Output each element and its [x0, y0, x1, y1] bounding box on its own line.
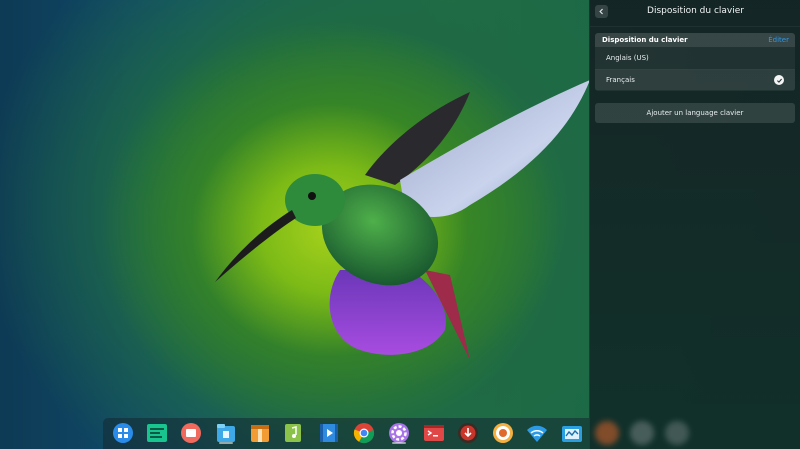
terminal-green-icon [147, 424, 167, 442]
launcher-icon [113, 423, 133, 443]
app-store-icon [458, 423, 478, 443]
wifi-icon [527, 425, 547, 442]
dock-movie[interactable] [318, 422, 340, 444]
dock-file-manager[interactable] [215, 422, 237, 444]
layout-item-french[interactable]: Français [595, 70, 795, 90]
dock-multitask-view[interactable] [180, 422, 202, 444]
dock-deepin-store[interactable] [457, 422, 479, 444]
chrome-icon [353, 423, 375, 444]
checkmark-icon [774, 75, 784, 85]
settings-icon [389, 423, 409, 443]
layout-item-english-us[interactable]: Anglais (US) [595, 48, 795, 68]
edit-button[interactable]: Éditer [768, 36, 789, 44]
group-label: Disposition du clavier [602, 36, 688, 44]
dock-deepin-terminal[interactable] [146, 422, 168, 444]
header-divider [590, 26, 800, 27]
terminal-icon [424, 425, 444, 441]
system-monitor-icon [562, 426, 582, 442]
dock-music[interactable] [283, 422, 305, 444]
group-header: Disposition du clavier Éditer [595, 33, 795, 47]
archive-manager-icon [251, 425, 269, 442]
keyboard-layout-panel: Disposition du clavier Disposition du cl… [589, 0, 800, 449]
blurred-tray-icon [595, 421, 619, 445]
dock-launcher[interactable] [112, 422, 134, 444]
file-manager-icon [217, 424, 235, 442]
add-keyboard-layout-button[interactable]: Ajouter un language clavier [595, 103, 795, 123]
panel-header: Disposition du clavier [590, 0, 800, 24]
running-indicator [392, 442, 406, 444]
dock-software[interactable] [492, 422, 514, 444]
dock-archive-manager[interactable] [249, 422, 271, 444]
hummingbird-image [215, 80, 590, 360]
movie-icon [320, 424, 338, 442]
dock-system-monitor[interactable] [561, 422, 583, 444]
blurred-tray-icon [665, 421, 689, 445]
multitask-icon [181, 423, 201, 443]
keyboard-layout-group: Disposition du clavier Éditer Anglais (U… [595, 33, 795, 91]
dock-terminal[interactable] [423, 422, 445, 444]
dock [103, 418, 589, 449]
dock-network[interactable] [526, 422, 548, 444]
music-icon [285, 424, 304, 442]
panel-title: Disposition du clavier [647, 6, 744, 16]
software-icon [493, 423, 513, 443]
dock-control-center[interactable] [388, 422, 410, 444]
dock-chrome[interactable] [353, 422, 375, 444]
layout-item-label: Français [606, 76, 635, 84]
running-indicator [219, 442, 233, 444]
blurred-tray-icon [630, 421, 654, 445]
layout-item-label: Anglais (US) [606, 54, 649, 62]
